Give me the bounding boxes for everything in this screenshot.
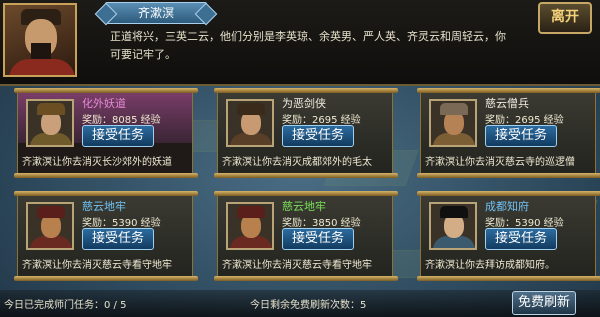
quest-card: 成都知府奖励：5390 经验 接受任务齐漱溟让你去拜访成都知府。 <box>417 191 600 281</box>
quest-reward: 奖励：8085 经验 <box>82 115 161 126</box>
quest-title: 为恶剑侠 <box>282 97 326 110</box>
leave-button[interactable]: 离开 <box>538 2 592 34</box>
quest-title: 成都知府 <box>485 200 529 213</box>
free-refresh-button[interactable]: 免费刷新 <box>512 291 576 315</box>
accept-quest-button[interactable]: 接受任务 <box>485 125 557 147</box>
quest-description: 齐漱溟让你去消灭慈云寺看守地牢 <box>222 260 372 271</box>
free-refresh-remaining: 今日剩余免费刷新次数：5 <box>250 300 367 311</box>
npc-dialog-text: 正道将兴，三英二云，他们分别是李英琼、余英男、严人英、齐灵云和周轻云，你可要记牢… <box>110 30 506 61</box>
quest-card: 慈云地牢奖励：3850 经验 接受任务齐漱溟让你去消灭慈云寺看守地牢 <box>214 191 398 281</box>
quest-giver-avatar <box>226 99 274 147</box>
quest-title: 慈云地牢 <box>282 200 326 213</box>
quest-giver-avatar <box>26 202 74 250</box>
dialog-header: 齐漱溟 正道将兴，三英二云，他们分别是李英琼、余英男、严人英、齐灵云和周轻云，你… <box>0 0 600 86</box>
quest-card: 慈云地牢奖励：5390 经验 接受任务齐漱溟让你去消灭慈云寺看守地牢 <box>14 191 198 281</box>
quest-giver-avatar <box>429 99 477 147</box>
quest-description: 齐漱溟让你去消灭长沙郊外的妖道 <box>22 157 172 168</box>
quest-title: 化外妖道 <box>82 97 126 110</box>
accept-quest-button[interactable]: 接受任务 <box>82 228 154 250</box>
quest-description: 齐漱溟让你去消灭成都郊外的毛太 <box>222 157 372 168</box>
accept-quest-button[interactable]: 接受任务 <box>485 228 557 250</box>
quest-giver-avatar <box>26 99 74 147</box>
quest-title: 慈云僧兵 <box>485 97 529 110</box>
quest-reward: 奖励：5390 经验 <box>82 218 161 229</box>
accept-quest-button[interactable]: 接受任务 <box>282 228 354 250</box>
quest-reward: 奖励：3850 经验 <box>282 218 361 229</box>
npc-portrait <box>3 3 77 77</box>
quest-reward: 奖励：5390 经验 <box>485 218 564 229</box>
quest-card: 为恶剑侠奖励：2695 经验 接受任务齐漱溟让你去消灭成都郊外的毛太 <box>214 88 398 178</box>
completed-tasks-count: 今日已完成师门任务：0 / 5 <box>4 300 127 311</box>
quest-giver-avatar <box>226 202 274 250</box>
quest-description: 齐漱溟让你去拜访成都知府。 <box>425 260 555 271</box>
quest-reward: 奖励：2695 经验 <box>282 115 361 126</box>
quest-giver-avatar <box>429 202 477 250</box>
quest-title: 慈云地牢 <box>82 200 126 213</box>
quest-reward: 奖励：2695 经验 <box>485 115 564 126</box>
quest-description: 齐漱溟让你去消灭慈云寺看守地牢 <box>22 260 172 271</box>
accept-quest-button[interactable]: 接受任务 <box>282 125 354 147</box>
quest-card: 化外妖道奖励：8085 经验 接受任务齐漱溟让你去消灭长沙郊外的妖道 <box>14 88 198 178</box>
npc-name: 齐漱溟 <box>105 2 207 24</box>
quest-description: 齐漱溟让你去消灭慈云寺的巡逻僧 <box>425 157 575 168</box>
quest-card: 慈云僧兵奖励：2695 经验 接受任务齐漱溟让你去消灭慈云寺的巡逻僧 <box>417 88 600 178</box>
bottom-bar: 今日已完成师门任务：0 / 5 今日剩余免费刷新次数：5 免费刷新 <box>0 290 600 317</box>
accept-quest-button[interactable]: 接受任务 <box>82 125 154 147</box>
